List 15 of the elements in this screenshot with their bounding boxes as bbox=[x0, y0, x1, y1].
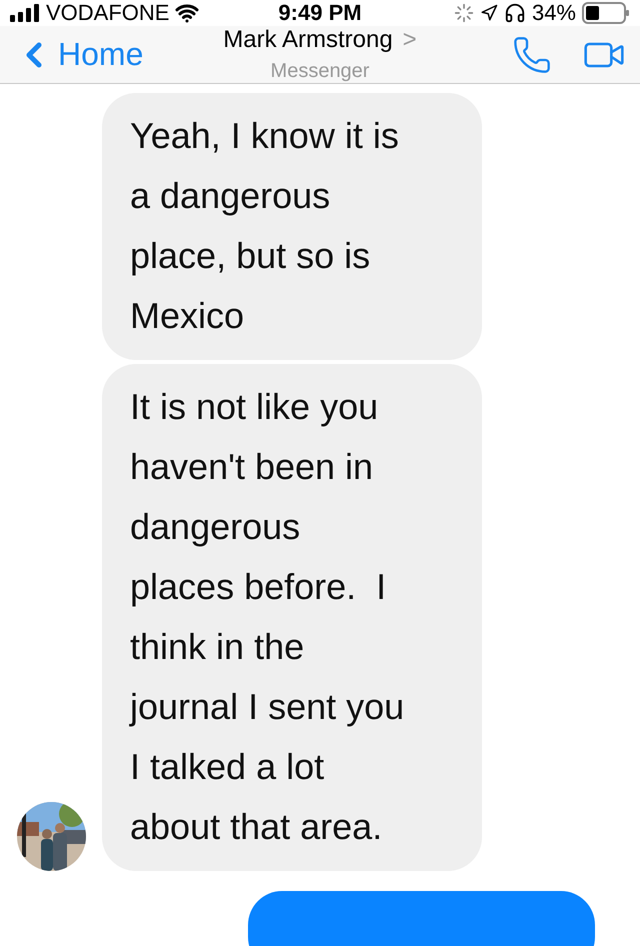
message-bubble: It is not like you haven't been in dangerous places before. I think in the journal I sent you I talked a lot about that area. bbox=[102, 364, 482, 871]
battery-percent: 34% bbox=[532, 0, 576, 26]
headphones-icon bbox=[504, 2, 526, 24]
location-icon bbox=[480, 4, 498, 22]
back-button[interactable]: Home bbox=[14, 34, 194, 74]
chevron-glyph[interactable]: > bbox=[402, 26, 417, 54]
battery-icon bbox=[582, 2, 630, 24]
signal-icon bbox=[10, 4, 40, 22]
phone-icon[interactable] bbox=[512, 34, 552, 74]
contact-name[interactable]: Mark Armstrong bbox=[223, 26, 393, 54]
subtitle: Messenger bbox=[270, 60, 370, 83]
carrier-name: VODAFONE bbox=[46, 0, 170, 26]
spinner-icon bbox=[454, 3, 474, 23]
message-bubble: Yeah, I know it is a dangerous place, but so is Mexico bbox=[102, 93, 482, 360]
clock: 9:49 PM bbox=[278, 0, 362, 26]
